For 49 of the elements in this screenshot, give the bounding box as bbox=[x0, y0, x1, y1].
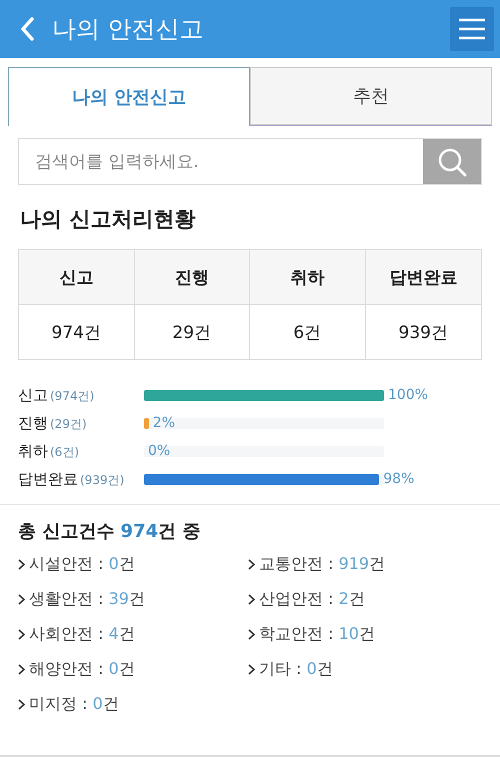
back-icon[interactable] bbox=[20, 17, 34, 41]
bar-count: (939건) bbox=[80, 472, 124, 488]
summary-title: 총 신고건수 974건 중 bbox=[18, 520, 202, 543]
category-count: 사회안전 : 4건 bbox=[29, 624, 135, 645]
table-cell: 6건 bbox=[250, 305, 366, 359]
bar-percent: 98% bbox=[383, 470, 414, 488]
chevron-right-icon bbox=[18, 664, 25, 675]
bar-label: 신고 bbox=[18, 386, 48, 404]
category-count: 교통안전 : 919건 bbox=[259, 554, 386, 575]
table-header-cell: 취하 bbox=[250, 250, 366, 305]
chevron-right-icon bbox=[248, 559, 255, 570]
bar-percent: 100% bbox=[388, 386, 428, 404]
category-count: 학교안전 : 10건 bbox=[259, 624, 375, 645]
table-cell-text: 939건 bbox=[398, 322, 449, 344]
category-count: 시설안전 : 0건 bbox=[29, 554, 135, 575]
category-count: 미지정 : 0건 bbox=[29, 694, 119, 715]
chevron-right-icon bbox=[18, 699, 25, 710]
search-icon bbox=[437, 146, 467, 176]
table-cell: 29건 bbox=[134, 305, 250, 359]
chevron-right-icon bbox=[248, 664, 255, 675]
bar-label: 취하 bbox=[18, 442, 48, 460]
table-cell: 974건 bbox=[19, 305, 134, 359]
chevron-right-icon bbox=[18, 629, 25, 640]
bar-count: (29건) bbox=[50, 416, 87, 432]
chevron-right-icon bbox=[18, 559, 25, 570]
chevron-right-icon bbox=[18, 594, 25, 605]
category-count: 생활안전 : 39건 bbox=[29, 589, 145, 610]
tab[interactable]: 추천 bbox=[250, 67, 492, 125]
bar-percent: 0% bbox=[148, 442, 170, 460]
section-title: 나의 신고처리현황 bbox=[20, 206, 196, 233]
search-field[interactable]: 검색어를 입력하세요. bbox=[18, 138, 482, 185]
category-count: 기타 : 0건 bbox=[259, 659, 333, 680]
category-count: 해양안전 : 0건 bbox=[29, 659, 135, 680]
bar-count: (974건) bbox=[50, 388, 94, 404]
search-button[interactable] bbox=[423, 139, 481, 184]
menu-button[interactable] bbox=[450, 7, 494, 51]
table-header-cell: 진행 bbox=[134, 250, 250, 305]
category-count: 산업안전 : 2건 bbox=[259, 589, 365, 610]
page-title: 나의 안전신고 bbox=[52, 14, 205, 45]
bar-percent: 2% bbox=[152, 414, 176, 432]
table-header-cell: 신고 bbox=[19, 250, 134, 305]
menu-icon bbox=[458, 18, 486, 40]
table-header-cell: 답변완료 bbox=[366, 250, 481, 305]
bar-count: (6건) bbox=[50, 444, 79, 460]
bar-label: 답변완료 bbox=[18, 470, 78, 488]
chevron-right-icon bbox=[248, 629, 255, 640]
bar-label: 진행 bbox=[18, 414, 48, 432]
tab[interactable]: 나의 안전신고 bbox=[8, 67, 250, 126]
chevron-right-icon bbox=[248, 594, 255, 605]
